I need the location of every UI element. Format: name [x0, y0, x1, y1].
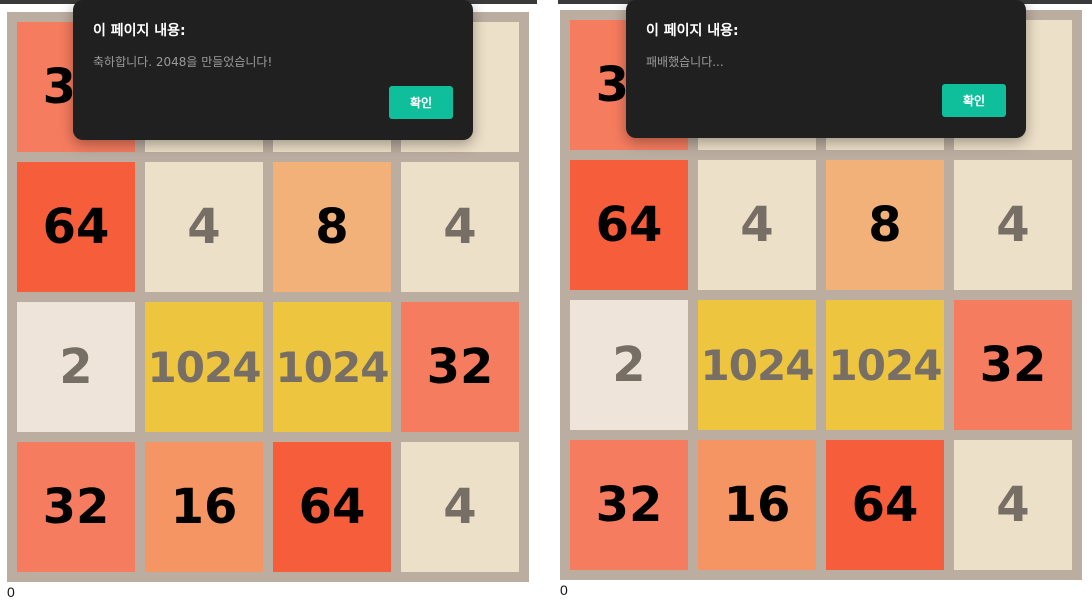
tile: 32: [401, 302, 519, 432]
tile: 8: [273, 162, 391, 292]
tile: 1024: [273, 302, 391, 432]
tile: 64: [273, 442, 391, 572]
alert-dialog: 이 페이지 내용: 축하합니다. 2048을 만들었습니다! 확인: [73, 0, 473, 140]
tile: 32: [17, 442, 135, 572]
alert-dialog: 이 페이지 내용: 패배했습니다... 확인: [626, 0, 1026, 138]
tile: 8: [826, 160, 944, 290]
score-display: 0: [7, 584, 15, 600]
tile: 64: [826, 440, 944, 570]
score-display: 0: [560, 582, 568, 598]
tile: 16: [698, 440, 816, 570]
tile: 1024: [145, 302, 263, 432]
tile: 1024: [698, 300, 816, 430]
ok-button[interactable]: 확인: [389, 86, 453, 119]
tile: 1024: [826, 300, 944, 430]
tile: 64: [17, 162, 135, 292]
dialog-message: 패배했습니다...: [646, 55, 724, 69]
tile: 4: [145, 162, 263, 292]
tile: 16: [145, 442, 263, 572]
tile: 4: [954, 160, 1072, 290]
tile: 32: [954, 300, 1072, 430]
tile: 4: [401, 162, 519, 292]
tile: 4: [698, 160, 816, 290]
tile: 4: [401, 442, 519, 572]
tile: 2: [17, 302, 135, 432]
dialog-title: 이 페이지 내용:: [646, 23, 739, 39]
tile: 64: [570, 160, 688, 290]
tile: 32: [570, 440, 688, 570]
ok-button[interactable]: 확인: [942, 84, 1006, 117]
dialog-message: 축하합니다. 2048을 만들었습니다!: [93, 55, 273, 69]
dialog-title: 이 페이지 내용:: [93, 23, 186, 39]
tile: 4: [954, 440, 1072, 570]
tile: 2: [570, 300, 688, 430]
